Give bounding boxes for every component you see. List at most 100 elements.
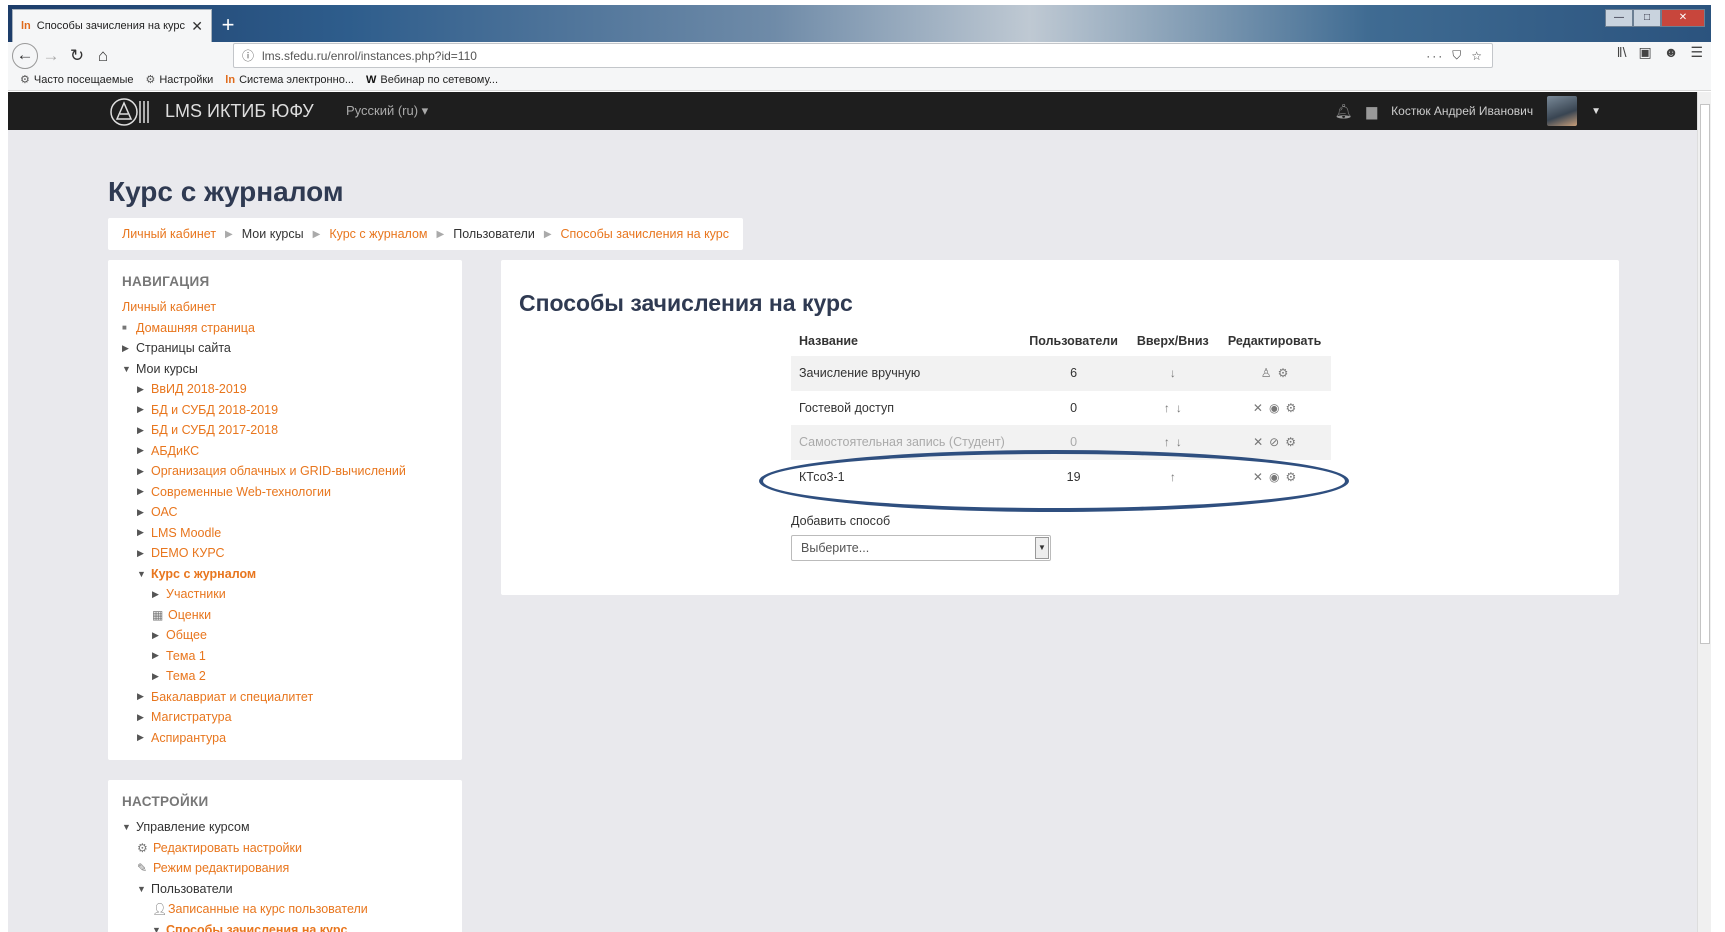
chevron-down-icon[interactable]: ▼: [1591, 106, 1601, 117]
add-method-select[interactable]: Выберите... ▼: [791, 535, 1051, 561]
tree-item[interactable]: ▶ БД и СУБД 2018-2019: [122, 400, 448, 421]
forward-button[interactable]: →: [38, 43, 64, 69]
chevron-down-icon[interactable]: ▼: [1035, 537, 1049, 559]
tab-close-icon[interactable]: ✕: [191, 18, 203, 35]
chevron-down-icon: ▼: [122, 822, 131, 833]
eye-hidden-icon[interactable]: ⊘: [1269, 435, 1279, 449]
tree-item[interactable]: ⚙ Редактировать настройки: [122, 838, 448, 859]
site-logo-icon[interactable]: [108, 97, 156, 127]
avatar[interactable]: [1547, 96, 1578, 126]
tree-item[interactable]: ▶ Аспирантура: [122, 728, 448, 749]
user-name[interactable]: Костюк Андрей Иванович: [1391, 104, 1533, 118]
chevron-right-icon: ▶: [137, 527, 144, 538]
extension-icon[interactable]: ☻: [1664, 44, 1679, 61]
minimize-button[interactable]: —: [1605, 9, 1633, 27]
chevron-right-icon: ▶: [137, 691, 144, 702]
tree-item[interactable]: ▶ Страницы сайта: [122, 338, 448, 359]
library-icon[interactable]: ‖\: [1617, 44, 1627, 61]
tree-item[interactable]: ▶ ОАС: [122, 502, 448, 523]
chevron-right-icon: ▶: [152, 650, 159, 661]
tree-item-label: ОАС: [151, 505, 178, 520]
reload-button[interactable]: ↻: [64, 43, 90, 69]
tree-item[interactable]: ▼ Мои курсы: [122, 359, 448, 380]
tree-item-label: Аспирантура: [151, 730, 227, 745]
notification-bell-icon[interactable]: 🔔︎: [1335, 103, 1353, 120]
arrow-down-icon[interactable]: ↓: [1170, 366, 1176, 380]
info-icon[interactable]: ⓘ: [242, 47, 254, 64]
tree-item[interactable]: Личный кабинет: [122, 297, 448, 318]
tree-item[interactable]: ▶ Организация облачных и GRID-вычислений: [122, 461, 448, 482]
tree-item[interactable]: 👤︎ Записанные на курс пользователи: [122, 899, 448, 920]
bookmark-system[interactable]: ln Система электронно...: [225, 74, 354, 86]
delete-icon[interactable]: ✕: [1253, 435, 1263, 449]
tree-item[interactable]: ▶ Общее: [122, 625, 448, 646]
gear-icon[interactable]: ⚙: [1285, 435, 1296, 449]
page-actions-icon[interactable]: ···: [1426, 49, 1444, 63]
tree-item[interactable]: ▶ ВвИД 2018-2019: [122, 379, 448, 400]
tree-item[interactable]: ▶ Современные Web-технологии: [122, 482, 448, 503]
pocket-icon[interactable]: ⛉: [1452, 48, 1463, 63]
breadcrumb-item[interactable]: Способы зачисления на курс: [561, 227, 729, 241]
tree-item[interactable]: ▶ DEMO КУРС: [122, 543, 448, 564]
tree-item[interactable]: ▶ АБДиКС: [122, 441, 448, 462]
chevron-right-icon: ▶: [152, 670, 159, 681]
arrow-down-icon[interactable]: ↓: [1176, 435, 1182, 449]
arrow-down-icon[interactable]: ↓: [1176, 401, 1182, 415]
tree-item-label: Организация облачных и GRID-вычислений: [151, 464, 406, 479]
tree-item[interactable]: ▦ Оценки: [122, 605, 448, 626]
gear-icon[interactable]: ⚙: [1278, 366, 1289, 380]
menu-icon[interactable]: ☰: [1690, 44, 1703, 61]
tab-title: Способы зачисления на курс: [36, 20, 186, 32]
tree-item[interactable]: ▶ Участники: [122, 584, 448, 605]
messages-icon[interactable]: ▆: [1366, 103, 1377, 120]
scrollbar-thumb[interactable]: [1700, 104, 1710, 644]
tree-item[interactable]: ■ Домашняя страница: [122, 318, 448, 339]
bookmark-webinar[interactable]: W Вебинар по сетевому...: [366, 74, 498, 86]
tree-item-label: LMS Moodle: [151, 525, 222, 540]
updown-cell: ↓: [1127, 356, 1219, 391]
enrol-users-icon[interactable]: ♙: [1261, 366, 1272, 380]
bookmark-settings[interactable]: ⚙ Настройки: [145, 73, 213, 87]
tree-item-label: Современные Web-технологии: [151, 484, 331, 499]
breadcrumb-item[interactable]: Пользователи: [453, 227, 535, 241]
address-url: lms.sfedu.ru/enrol/instances.php?id=110: [262, 48, 477, 63]
delete-icon[interactable]: ✕: [1253, 401, 1263, 415]
tab-bar: ln Способы зачисления на курс ✕ + — □ ✕: [8, 5, 1711, 42]
breadcrumb-item[interactable]: Курс с журналом: [329, 227, 427, 241]
back-button[interactable]: ←: [12, 42, 38, 69]
address-bar[interactable]: ⓘ lms.sfedu.ru/enrol/instances.php?id=11…: [233, 43, 1493, 68]
tree-item[interactable]: ▼ Способы зачисления на курс: [122, 920, 448, 932]
tree-item[interactable]: ▶ Тема 1: [122, 646, 448, 667]
tree-item[interactable]: ▶ Магистратура: [122, 707, 448, 728]
eye-icon[interactable]: ◉: [1269, 401, 1279, 415]
bookmark-star-icon[interactable]: ☆: [1471, 49, 1484, 63]
settings-tree: ▼ Управление курсом ⚙ Редактировать настрой…: [122, 817, 448, 932]
language-menu[interactable]: Русский (ru) ▾: [346, 103, 428, 119]
arrow-up-icon[interactable]: ↑: [1164, 401, 1170, 415]
tree-item[interactable]: ▶ Тема 2: [122, 666, 448, 687]
arrow-up-icon[interactable]: ↑: [1164, 435, 1170, 449]
tree-item[interactable]: ▼ Курс с журналом: [122, 564, 448, 585]
page-scrollbar[interactable]: [1697, 92, 1711, 932]
tree-item[interactable]: ▼ Пользователи: [122, 879, 448, 900]
method-name: Гостевой доступ: [799, 400, 894, 415]
new-tab-button[interactable]: +: [216, 11, 240, 39]
tree-item[interactable]: ▼ Управление курсом: [122, 817, 448, 838]
site-name[interactable]: LMS ИКТИБ ЮФУ: [165, 101, 314, 122]
home-button[interactable]: ⌂: [90, 43, 116, 69]
breadcrumb-item[interactable]: Мои курсы: [242, 227, 304, 241]
tree-item[interactable]: ▶ Бакалавриат и специалитет: [122, 687, 448, 708]
sidebar-icon[interactable]: ▣: [1638, 44, 1651, 61]
tree-item-label: Тема 1: [166, 648, 206, 663]
browser-tab[interactable]: ln Способы зачисления на курс ✕: [12, 9, 212, 42]
gear-icon[interactable]: ⚙: [1285, 401, 1296, 415]
breadcrumb-item[interactable]: Личный кабинет: [122, 227, 216, 241]
tree-item-label: DEMO КУРС: [151, 546, 225, 561]
close-window-button[interactable]: ✕: [1661, 9, 1705, 27]
maximize-button[interactable]: □: [1633, 9, 1661, 27]
chevron-right-icon: ▶: [122, 342, 129, 353]
tree-item[interactable]: ✎ Режим редактирования: [122, 858, 448, 879]
tree-item[interactable]: ▶ LMS Moodle: [122, 523, 448, 544]
bookmark-frequent[interactable]: ⚙ Часто посещаемые: [20, 73, 133, 87]
tree-item[interactable]: ▶ БД и СУБД 2017-2018: [122, 420, 448, 441]
